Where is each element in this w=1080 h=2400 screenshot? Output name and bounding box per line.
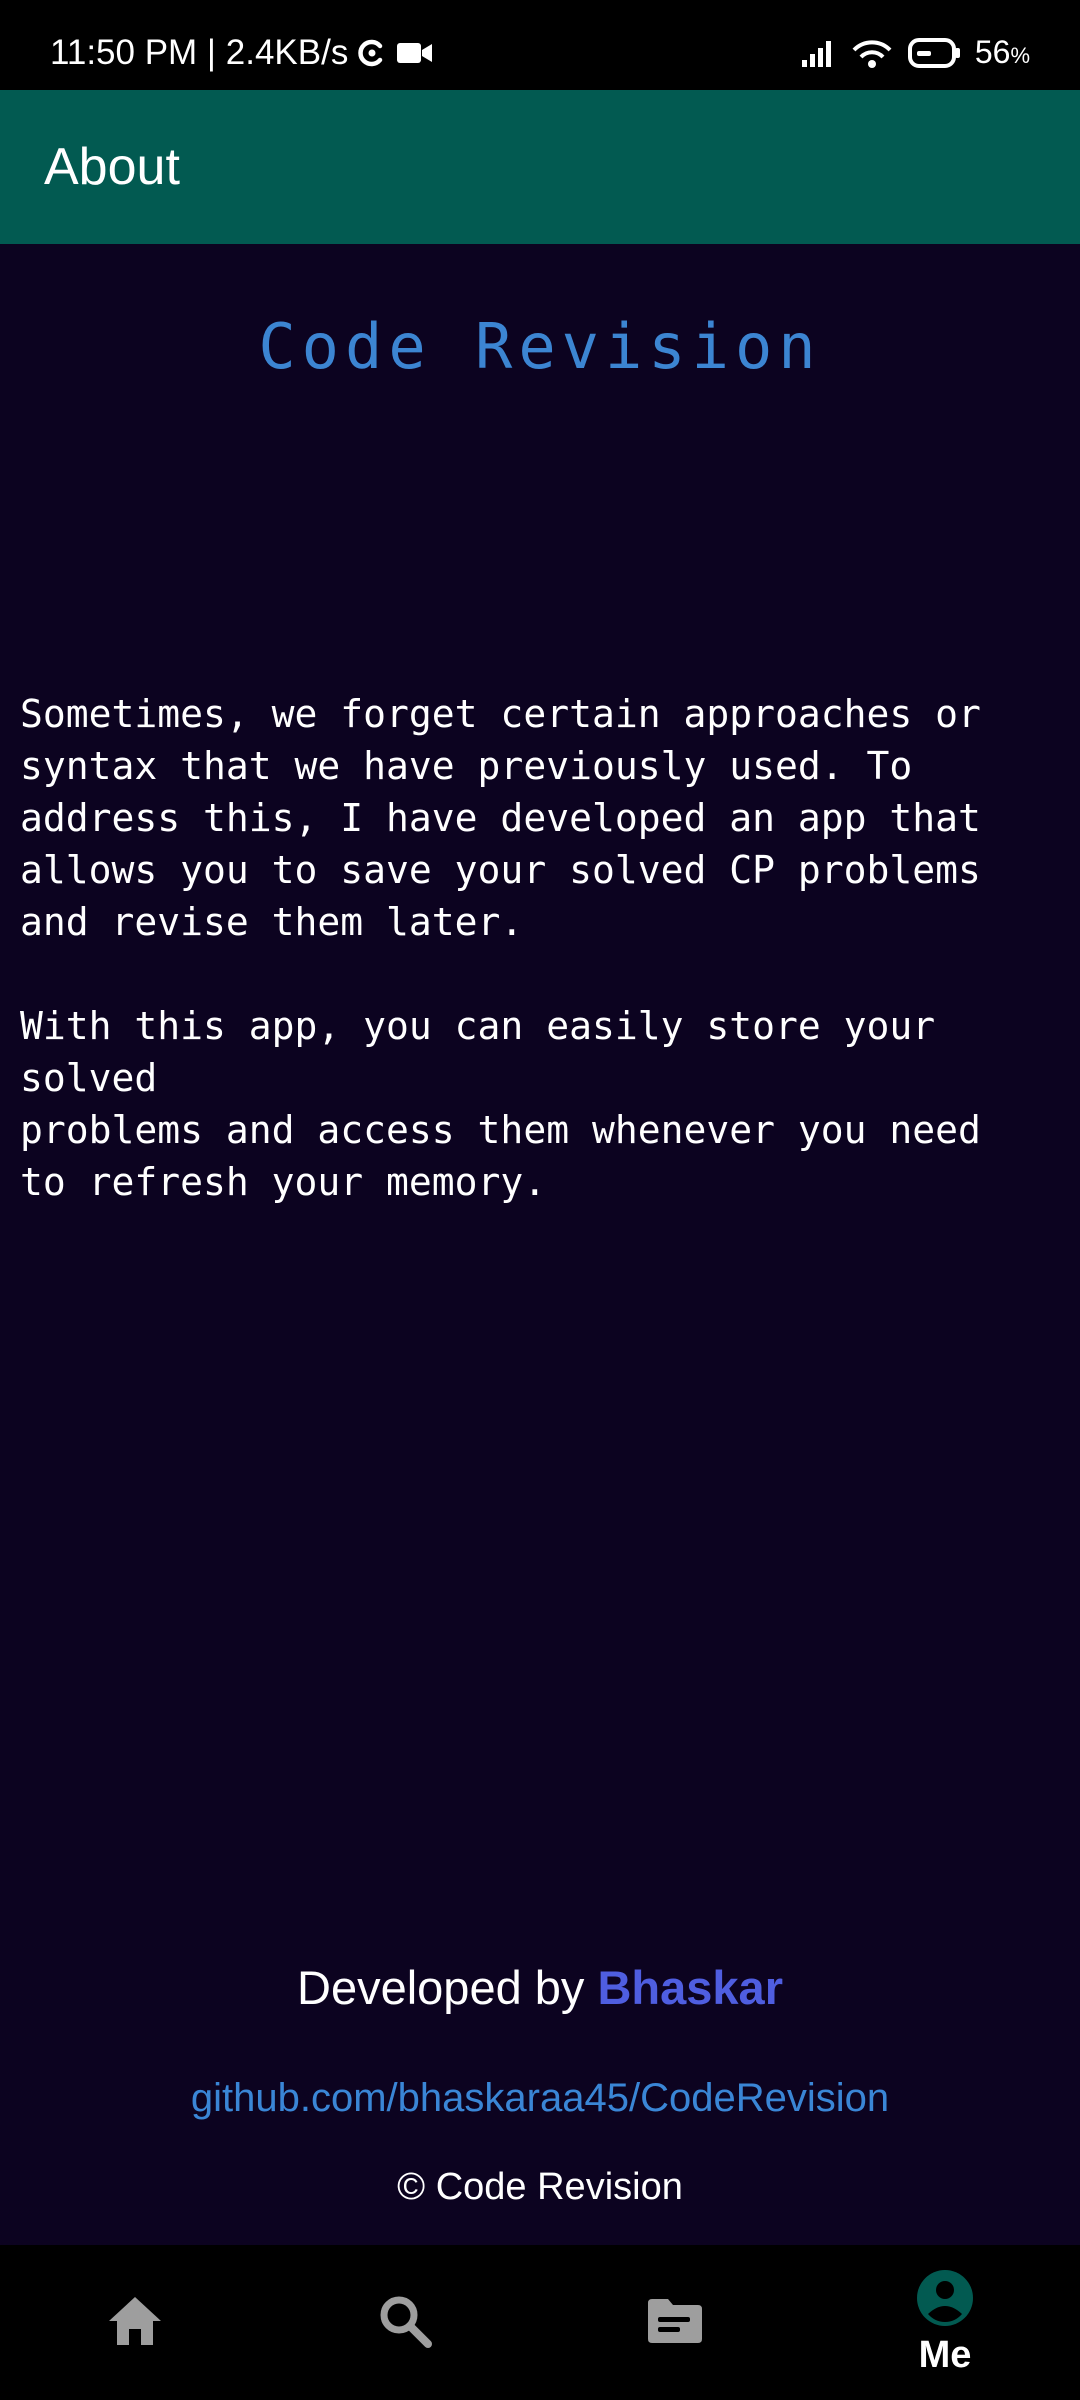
sync-icon <box>356 37 388 69</box>
search-icon <box>378 2294 432 2352</box>
nav-me-label: Me <box>918 2334 972 2376</box>
battery-level: 56% <box>974 34 1030 70</box>
notes-icon <box>646 2297 704 2349</box>
developed-by-line: Developed by Bhaskar <box>0 1960 1080 2015</box>
account-icon <box>915 2268 975 2332</box>
home-icon <box>107 2295 163 2351</box>
description-paragraph-2: With this app, you can easily store your… <box>20 1004 981 1204</box>
nav-notes[interactable] <box>540 2245 810 2400</box>
copyright-text: © Code Revision <box>397 2166 683 2208</box>
status-bar: 11:50 PM | 2.4KB/s 56% <box>0 0 1080 90</box>
nav-search[interactable] <box>270 2245 540 2400</box>
developed-by-label: Developed by <box>297 1961 598 2014</box>
battery-icon <box>907 37 961 69</box>
nav-home[interactable] <box>0 2245 270 2400</box>
nav-me[interactable]: Me <box>810 2245 1080 2400</box>
app-bar: About <box>0 90 1080 244</box>
status-time-speed: 11:50 PM | 2.4KB/s <box>50 32 349 72</box>
video-camera-icon <box>396 38 434 68</box>
bottom-nav: Me <box>0 2245 1080 2400</box>
app-name-heading: Code Revision <box>258 310 822 383</box>
signal-icon <box>801 38 837 68</box>
wifi-icon <box>851 37 893 69</box>
description-paragraph-1: Sometimes, we forget certain approaches … <box>20 692 981 944</box>
github-link[interactable]: github.com/bhaskaraa45/CodeRevision <box>0 2076 1080 2121</box>
page-title: About <box>44 138 180 196</box>
developer-name-link[interactable]: Bhaskar <box>597 1961 783 2014</box>
